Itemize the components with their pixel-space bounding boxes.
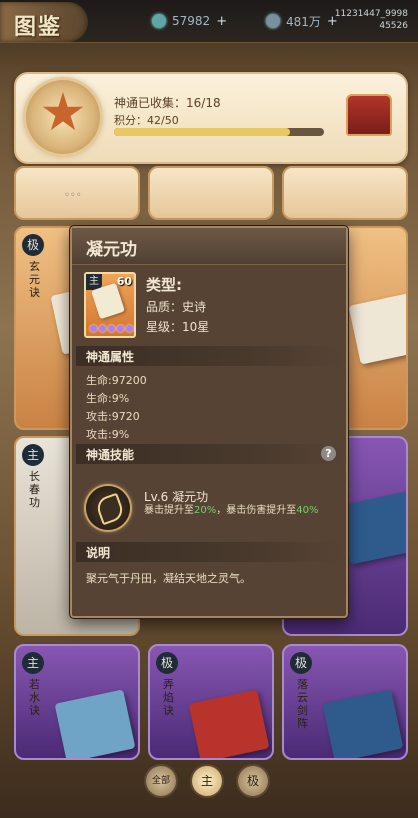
title-plate: 图鉴: [0, 2, 88, 42]
star-label: 星级：10星: [146, 320, 210, 334]
skill-section-title: 神通技能: [86, 448, 135, 462]
silver-icon: [266, 14, 280, 28]
collection-panel: 神通已收集：16/18 积分：42/50: [14, 72, 408, 164]
reward-chest-icon[interactable]: [346, 94, 392, 136]
skill-detail-modal: 凝元功 主 60 类型: 品质：史诗 星级：10星 神通属性 生命:97200 …: [70, 226, 348, 618]
score-progress-fill: [114, 128, 291, 136]
crit-rate-value: 20%: [194, 505, 217, 516]
stat-atk: 攻击:9720: [86, 410, 140, 423]
card-name: 若水诀: [29, 678, 40, 717]
desc-section-title: 说明: [86, 546, 111, 560]
stat-hp: 生命:97200: [86, 374, 147, 387]
page-title: 图鉴: [14, 14, 63, 40]
collected-count: 神通已收集：16/18: [114, 96, 221, 110]
skill-item-icon: 主 60: [84, 272, 136, 338]
modal-header: 凝元功: [72, 228, 346, 265]
attr-section-title: 神通属性: [86, 350, 135, 364]
score-progress-bar: [114, 128, 324, 136]
card-tag: 极: [290, 652, 312, 674]
jade-icon: [152, 14, 166, 28]
book-icon: [322, 689, 404, 758]
card-tag: 主: [22, 652, 44, 674]
currency-jade[interactable]: 57982 +: [152, 11, 227, 31]
jade-value: 57982: [172, 14, 211, 28]
book-icon: [338, 491, 406, 565]
star-dots: [90, 325, 133, 332]
top-bar: 图鉴 57982 + 481万 + 11231447_9998 45526: [0, 0, 418, 43]
item-level: 60: [116, 275, 132, 288]
attr-section-header: 神通属性: [76, 346, 342, 366]
card-row1-col3[interactable]: [282, 166, 408, 220]
modal-title: 凝元功: [86, 240, 137, 260]
add-jade-button[interactable]: +: [216, 14, 227, 29]
card-ruoshuijue[interactable]: 主 若水诀: [14, 644, 140, 760]
card-name: 玄元诀: [29, 260, 40, 299]
desc-section-header: 说明: [76, 542, 342, 562]
silver-value: 481万: [286, 14, 321, 29]
skill-section-header: 神通技能 ?: [76, 444, 342, 464]
card-name: 长春功: [29, 470, 40, 509]
book-icon: [54, 689, 136, 758]
skill-description: 暴击提升至20%，暴击伤害提升至40%: [144, 505, 319, 516]
book-icon: [348, 291, 406, 365]
server-id: 45526: [379, 21, 408, 31]
quality-label: 品质：史诗: [146, 300, 207, 314]
account-info: 11231447_9998 45526: [335, 8, 408, 32]
card-luoyunjianzhen[interactable]: 极 落云剑阵: [282, 644, 408, 760]
card-tag: 主: [22, 444, 44, 466]
card-name: 落云剑阵: [297, 678, 308, 730]
score-count: 积分：42/50: [114, 114, 179, 127]
filter-ji-button[interactable]: 极: [238, 766, 268, 796]
card-nongyanjue[interactable]: 极 弄焰诀: [148, 644, 274, 760]
card-tag: 极: [22, 234, 44, 256]
help-icon[interactable]: ?: [321, 446, 336, 461]
skill-name: Lv.6 凝元功: [144, 490, 209, 504]
crit-damage-value: 40%: [296, 505, 319, 516]
stat-atk-pct: 攻击:9%: [86, 428, 130, 441]
scroll-icon: [91, 282, 125, 320]
card-row1-col1[interactable]: ◦◦◦: [14, 166, 140, 220]
currency-silver[interactable]: 481万 +: [266, 11, 338, 31]
description-text: 聚元气于丹田，凝结天地之灵气。: [86, 572, 251, 585]
type-label: 类型:: [146, 276, 182, 294]
skill-icon: [86, 486, 130, 530]
stat-hp-pct: 生命:9%: [86, 392, 130, 405]
card-row1-col2[interactable]: [148, 166, 274, 220]
card-tag: 极: [156, 652, 178, 674]
medal-icon: [26, 80, 100, 154]
filter-zhu-button[interactable]: 主: [192, 766, 222, 796]
account-id: 11231447_9998: [334, 9, 408, 19]
book-icon: [188, 689, 270, 758]
card-name: 弄焰诀: [163, 678, 174, 717]
star-emblem-icon: [42, 92, 84, 131]
filter-all-button[interactable]: 全部: [146, 766, 176, 796]
